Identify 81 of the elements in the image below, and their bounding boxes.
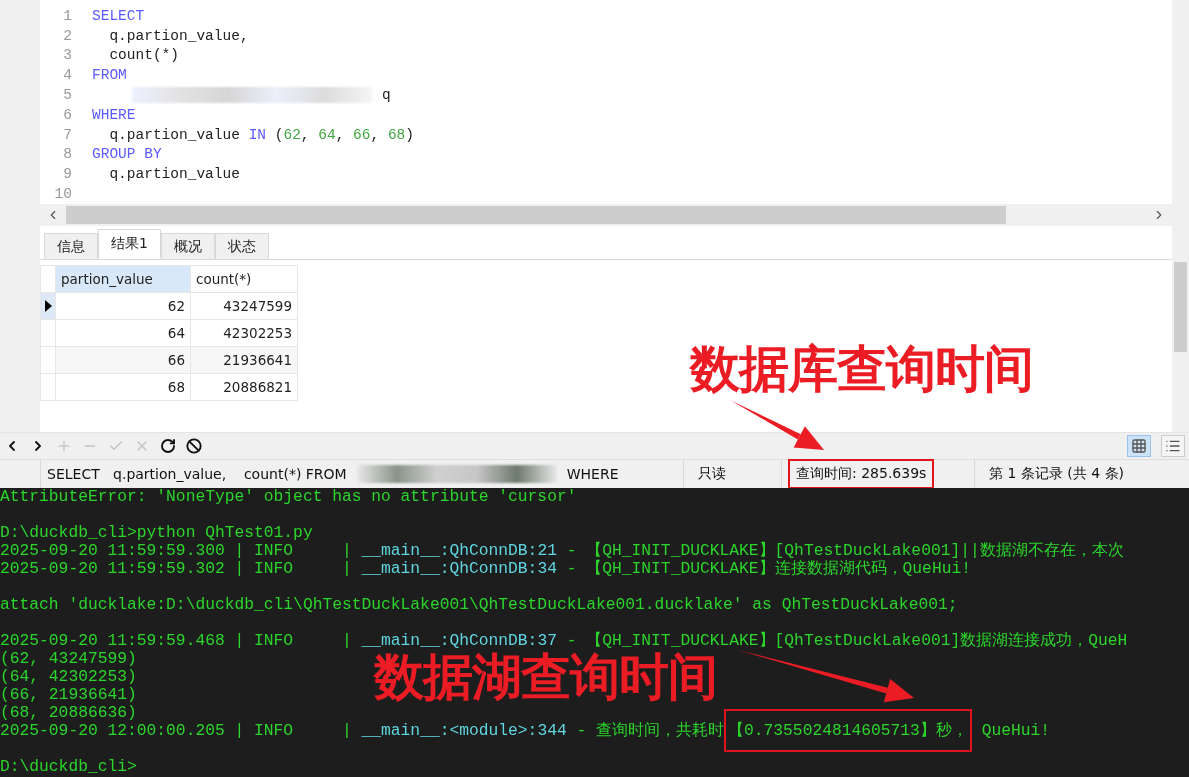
terminal-text: - 【QH_INIT_DUCKLAKE】[QhTestDuckLake001]||数据湖不存在，本次 (565, 541, 1124, 560)
log-source: __main__:QhConnDB:21 (361, 541, 557, 560)
form-view-button[interactable] (1161, 435, 1185, 457)
sql-code: q.partion_value (108, 166, 240, 183)
sql-code: q (382, 87, 391, 104)
sql-number: 66 (353, 126, 371, 143)
row-pointer-icon (44, 300, 52, 312)
line-number: 5 (62, 87, 73, 104)
terminal-text: (64, 42302253) (0, 667, 137, 686)
sql-code: , (335, 126, 346, 143)
scrollbar-thumb[interactable] (1174, 262, 1187, 352)
line-number: 1 (62, 7, 73, 24)
sql-code: q.partion_value (108, 126, 241, 143)
grid-icon (1131, 438, 1147, 454)
column-header[interactable]: count(*) (190, 265, 298, 293)
line-number: 4 (62, 67, 73, 84)
terminal-text: (66, 21936641) (0, 685, 137, 704)
table-cell: 62 (55, 292, 191, 320)
sql-keyword: WHERE (92, 106, 136, 123)
line-number: 6 (62, 106, 73, 123)
terminal-text: 2025-09-20 11:59:59.300 | INFO | (0, 541, 353, 560)
row-indicator[interactable] (40, 292, 56, 320)
sql-code: ( (273, 126, 284, 143)
sql-code: , (300, 126, 311, 143)
line-number: 8 (62, 146, 73, 163)
sql-code: ) (405, 126, 414, 143)
table-cell: 20886821 (190, 373, 298, 401)
terminal-text: (68, 20886636) (0, 703, 137, 722)
sql-code: q.partion_value, (108, 27, 249, 44)
line-number: 9 (62, 166, 73, 183)
table-cell: 21936641 (190, 346, 298, 374)
result-tab[interactable]: 概况 (160, 233, 215, 259)
terminal-text: D:\duckdb_cli> (0, 757, 137, 776)
line-number: 10 (53, 186, 73, 203)
terminal-text: AttributeError: 'NoneType' object has no attribute 'cursor' (0, 488, 577, 506)
refresh-icon[interactable] (160, 438, 176, 454)
terminal-text: - 查询时间，共耗时 (575, 721, 724, 740)
sql-keyword: SELECT (92, 7, 145, 24)
terminal-text: 2025-09-20 12:00:00.205 | INFO | (0, 721, 353, 740)
column-header[interactable]: partion_value (55, 265, 191, 293)
terminal-text: - 【QH_INIT_DUCKLAKE】连接数据湖代码，QueHui! (565, 559, 971, 578)
terminal-text: attach 'ducklake:D:\duckdb_cli\QhTestDuckLake001\QhTestDuckLake001.ducklake' as QhTestDuckLake001; (0, 595, 958, 614)
terminal-text: 2025-09-20 11:59:59.468 | INFO | (0, 631, 353, 650)
sql-keyword: GROUP BY (92, 146, 162, 163)
sql-number: 64 (318, 126, 336, 143)
result-tab[interactable]: 状态 (214, 233, 269, 259)
terminal-text: QueHui! (980, 721, 1051, 740)
highlighted-text: 【0.7355024814605713】秒， (724, 709, 972, 752)
sql-keyword: FROM (92, 67, 127, 84)
status-text: 只读 (697, 464, 727, 483)
log-source: __main__:QhConnDB:34 (361, 559, 557, 578)
log-source: __main__:<module>:344 (361, 721, 567, 740)
sql-code: , (370, 126, 381, 143)
line-number: 7 (62, 126, 73, 143)
result-tab[interactable]: 结果1 (98, 229, 161, 258)
stop-icon[interactable] (186, 438, 202, 454)
grid-view-button[interactable] (1127, 435, 1151, 457)
table-cell: 43247599 (190, 292, 298, 320)
status-text: WHERE (566, 466, 619, 482)
sql-code: count(*) (108, 47, 179, 64)
table-cell: 66 (55, 346, 191, 374)
terminal-text: (62, 43247599) (0, 649, 137, 668)
line-number: 3 (62, 47, 73, 64)
log-source: __main__:QhConnDB:37 (361, 631, 557, 650)
sql-number: 68 (387, 126, 406, 143)
table-cell: 64 (55, 319, 191, 347)
table-cell: 68 (55, 373, 191, 401)
sql-number: 62 (283, 126, 301, 143)
status-text: 第 1 条记录 (共 4 条) (988, 464, 1125, 483)
result-tab[interactable]: 信息 (44, 233, 98, 259)
scrollbar-thumb[interactable] (66, 206, 1006, 224)
annotation-text: 数据湖查询时间 (374, 652, 717, 702)
line-number: 2 (62, 27, 73, 44)
annotation-text: 数据库查询时间 (690, 344, 1033, 394)
sql-keyword: IN (248, 126, 267, 143)
terminal-text: - 【QH_INIT_DUCKLAKE】[QhTestDuckLake001]数据湖连接成功，QueH (565, 631, 1128, 650)
terminal-text: 2025-09-20 11:59:59.302 | INFO | (0, 559, 353, 578)
table-cell: 42302253 (190, 319, 298, 347)
list-icon (1165, 438, 1181, 454)
terminal-text: D:\duckdb_cli>python QhTest01.py (0, 523, 313, 542)
status-text: SELECT q.partion_value, count(*) FROM (47, 466, 347, 482)
